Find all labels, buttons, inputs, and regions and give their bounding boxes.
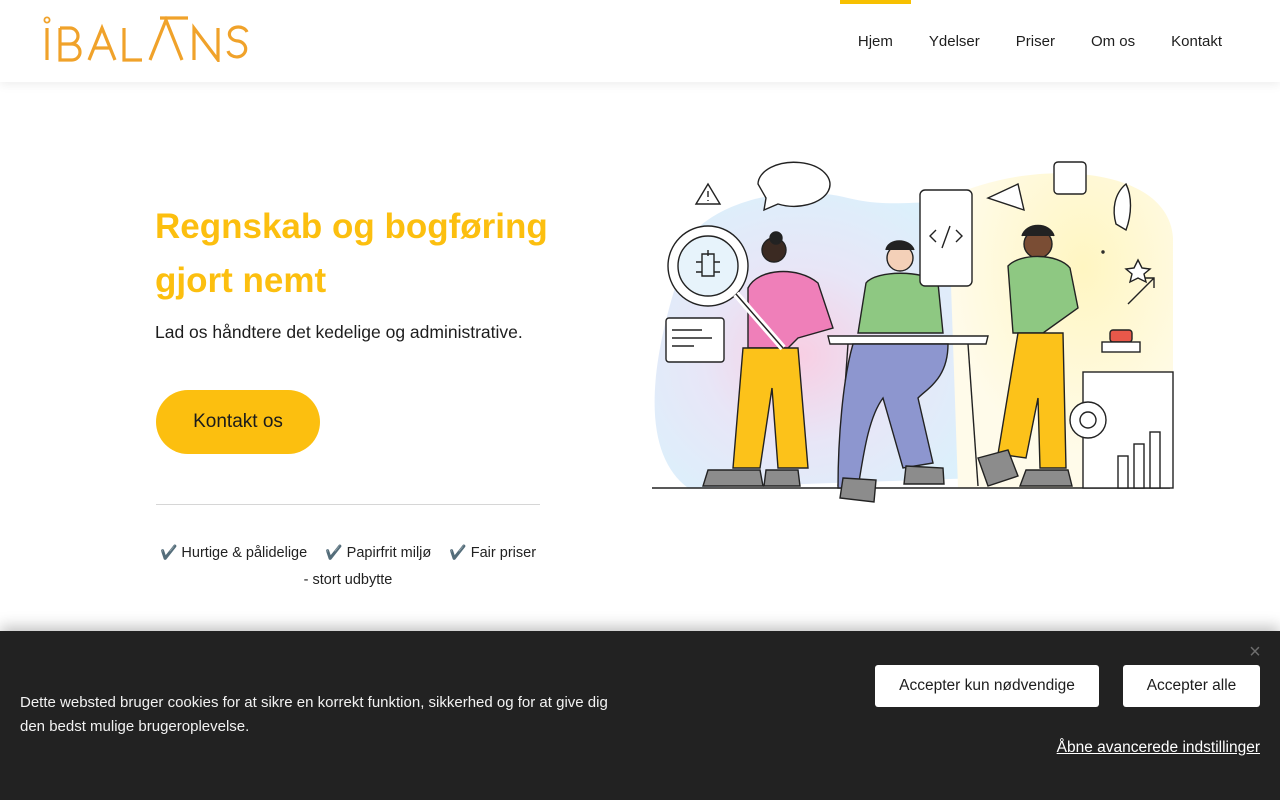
feature-list: ✔️ Hurtige & pålidelige ✔️ Papirfrit mil… [156, 539, 540, 594]
feature-item: ✔️ Papirfrit miljø [325, 544, 432, 561]
site-header: Hjem Ydelser Priser Om os Kontakt [0, 0, 1280, 82]
ibalans-logo[interactable] [42, 14, 274, 62]
nav-item-label: Hjem [857, 32, 893, 50]
nav-item-label: Priser [1015, 32, 1055, 50]
feature-label: Hurtige & pålidelige [181, 545, 308, 561]
nav-item-label: Kontakt [1171, 32, 1222, 50]
feature-label: Papirfrit miljø [346, 545, 432, 561]
advanced-settings-link[interactable]: Åbne avancerede indstillinger [1057, 739, 1260, 757]
nav-item-hjem[interactable]: Hjem [839, 0, 911, 82]
team-illustration [652, 161, 1174, 503]
nav-item-kontakt[interactable]: Kontakt [1153, 0, 1240, 82]
nav-item-label: Ydelser [928, 32, 980, 50]
main-nav: Hjem Ydelser Priser Om os Kontakt [839, 0, 1240, 82]
nav-item-priser[interactable]: Priser [998, 0, 1073, 82]
cookie-banner: × Dette websted bruger cookies for at si… [0, 631, 1280, 800]
accept-necessary-label: Accepter kun nødvendige [899, 677, 1075, 694]
nav-item-ydelser[interactable]: Ydelser [911, 0, 998, 82]
hero-title: Regnskab og bogføring gjort nemt [155, 207, 548, 300]
contact-button-label: Kontakt os [193, 411, 283, 432]
contact-button[interactable]: Kontakt os [156, 390, 320, 454]
cookie-text: Dette websted bruger cookies for at sikr… [20, 694, 608, 735]
check-icon: ✔️ [159, 544, 178, 560]
divider [156, 504, 540, 505]
nav-item-om-os[interactable]: Om os [1073, 0, 1153, 82]
accept-all-label: Accepter alle [1146, 677, 1237, 694]
check-icon: ✔️ [325, 544, 343, 560]
nav-item-label: Om os [1090, 32, 1136, 50]
check-icon: ✔️ [449, 544, 467, 560]
close-icon[interactable]: × [1246, 642, 1264, 662]
feature-item: ✔️ Hurtige & pålidelige [159, 544, 308, 561]
accept-necessary-button[interactable]: Accepter kun nødvendige [875, 665, 1099, 707]
hero-subtitle: Lad os håndtere det kedelige og administ… [155, 322, 523, 342]
accept-all-button[interactable]: Accepter alle [1123, 665, 1260, 707]
